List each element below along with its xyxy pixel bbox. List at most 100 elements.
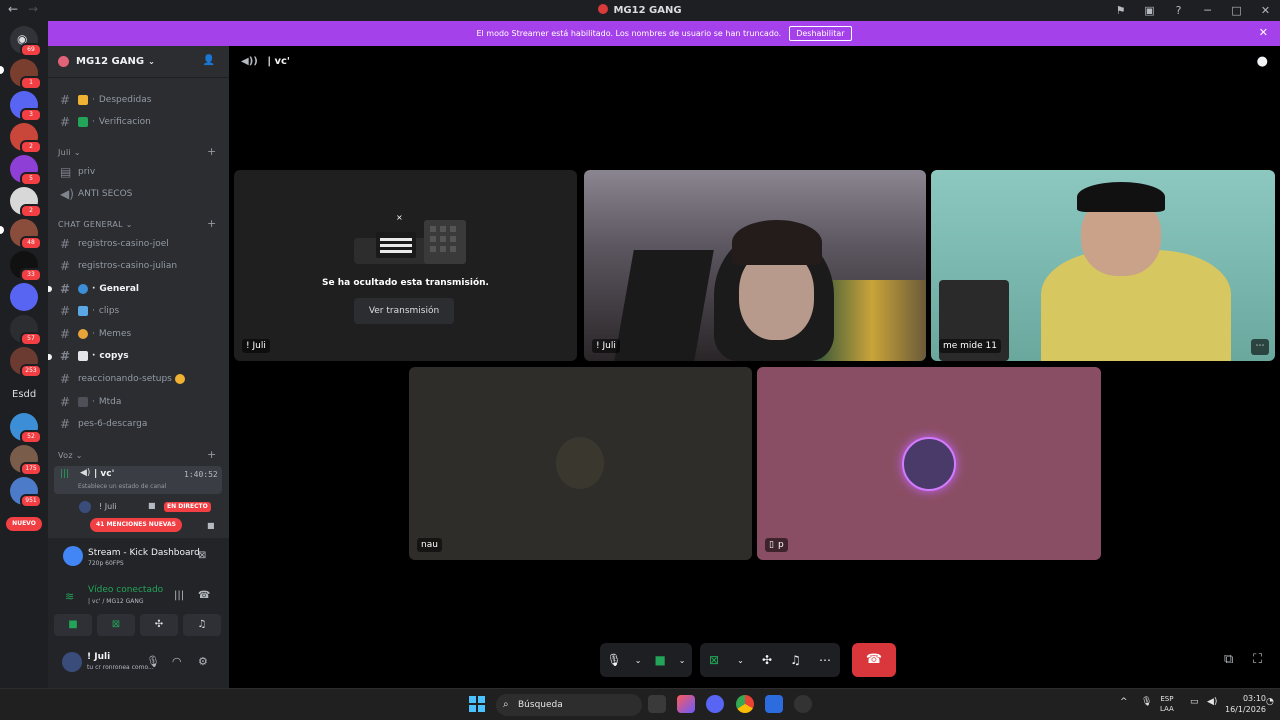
language-indicator[interactable]: ESP LAA [1160,694,1174,714]
server-icon[interactable]: 951 [10,477,42,508]
taskbar-search[interactable]: ⌕ Búsqueda [496,694,642,716]
popout-icon[interactable]: ⧉ [1224,652,1233,667]
chevron-down-icon[interactable]: ⌄ [635,656,642,665]
video-tile-avatar[interactable]: nau [409,367,752,560]
network-icon[interactable]: ▭ [1190,697,1199,707]
chat-bubble-icon[interactable]: ● [1257,54,1268,69]
screen-icon[interactable]: ▣ [1135,4,1164,17]
user-avatar[interactable] [62,652,82,672]
channel-anti-secos[interactable]: ◀) ANTI SECOS [54,184,224,204]
stop-stream-icon[interactable]: ⊠ [198,550,206,561]
server-icon[interactable]: 175 [10,445,42,476]
category-juli[interactable]: Juli ⌄ [58,148,81,157]
category-voz[interactable]: Voz ⌄ [58,451,83,460]
signal-icon[interactable]: ≋ [65,590,74,603]
more-icon[interactable]: ⋯ [819,653,831,667]
user-name[interactable]: ! Juli [87,652,110,662]
disconnect-button[interactable]: ☎ [852,643,896,677]
channel-despedidas[interactable]: # · Despedidas [54,90,224,110]
camera-button[interactable]: ■ [54,614,92,636]
new-unreads-pill[interactable]: NUEVO [6,517,42,531]
server-icon[interactable] [10,283,38,311]
category-chat-general[interactable]: CHAT GENERAL ⌄ [58,220,133,229]
help-icon[interactable]: ? [1164,4,1193,17]
headphones-icon[interactable]: ◠ [172,655,182,668]
noise-suppression-icon[interactable]: ||| [174,590,184,601]
microphone-icon[interactable]: 🎙 [146,655,160,668]
channel-memes[interactable]: # · Memes [54,324,224,344]
activities-icon[interactable]: ✣ [762,653,772,667]
discord-app-icon[interactable] [706,695,724,713]
add-channel-icon[interactable]: + [207,145,216,158]
new-mentions-pill[interactable]: 41 MENCIONES NUEVAS [90,518,182,532]
maximize-button[interactable]: □ [1222,4,1251,17]
voice-channel-timer: 1:40:52 [184,470,218,479]
add-channel-icon[interactable]: + [207,217,216,230]
video-tile-avatar[interactable]: ▯ p [757,367,1101,560]
more-options-icon[interactable]: ⋯ [1251,339,1269,355]
server-icon[interactable]: 3 [10,91,42,122]
obs-app-icon[interactable] [794,695,812,713]
app-icon[interactable] [765,695,783,713]
clock[interactable]: 03:10 16/1/2026 [1225,693,1266,715]
server-icon[interactable]: 1 [10,59,42,90]
channel-mtda[interactable]: # · Mtda [54,392,224,412]
copilot-icon[interactable] [677,695,695,713]
hash-icon: # [60,93,71,107]
minimize-button[interactable]: ─ [1193,4,1222,17]
guild-header[interactable]: MG12 GANG ⌄ 👤 [48,46,229,78]
channel-priv[interactable]: ▤ priv [54,162,224,182]
server-text-icon[interactable]: Esdd [12,389,36,400]
disable-streamer-button[interactable]: Deshabilitar [789,26,852,41]
server-icon[interactable]: 2 [10,123,42,154]
microphone-tray-icon[interactable]: 🎙 [1141,697,1152,707]
tray-chevron-icon[interactable]: ^ [1120,697,1128,707]
close-window-button[interactable]: ✕ [1251,4,1280,17]
chrome-app-icon[interactable] [736,695,754,713]
activities-button[interactable]: ✣ [140,614,178,636]
server-icon[interactable]: 5 [10,155,42,186]
windows-start-icon[interactable] [469,696,485,712]
channel-registros-casino-julian[interactable]: # registros-casino-julian [54,256,224,276]
invite-people-icon[interactable]: 👤 [203,55,215,66]
server-icon[interactable]: 33 [10,251,42,282]
server-icon[interactable]: 2 [10,187,42,218]
watch-stream-button[interactable]: Ver transmisión [354,298,454,324]
microphone-icon[interactable]: 🎙 [607,653,622,667]
channel-clips[interactable]: # · clips [54,301,224,321]
gear-icon[interactable]: ⚙ [198,655,208,668]
volume-icon[interactable]: ◀) [1207,697,1217,707]
channel-pes-6-descarga[interactable]: # pes-6-descarga [54,414,224,434]
channel-verificacion[interactable]: # · Verificacion [54,112,224,132]
voice-connected-location[interactable]: | vc' / MG12 GANG [88,598,144,605]
disconnect-icon[interactable]: ☎ [198,590,210,601]
channel-copys[interactable]: # · copys [54,346,224,366]
video-tile-camera[interactable]: me mide 11 ⋯ [931,170,1275,361]
inbox-flag-icon[interactable]: ⚑ [1106,4,1135,17]
voice-connected-status[interactable]: Vídeo conectado [88,585,163,595]
server-icon[interactable]: 48 [10,219,42,250]
channel-general[interactable]: # · General [54,279,224,299]
voice-user-name[interactable]: ! Juli [99,502,117,511]
soundboard-button[interactable]: ♫ [183,614,221,636]
camera-icon[interactable]: ■ [654,653,665,667]
notifications-icon[interactable]: ◔ [1266,697,1274,707]
channel-registros-casino-joel[interactable]: # registros-casino-joel [54,234,224,254]
screen-share-icon[interactable]: ⊠ [709,653,719,667]
add-channel-icon[interactable]: + [207,448,216,461]
video-tile-hidden-stream[interactable]: × Se ha ocultado esta transmisión. Ver t… [234,170,577,361]
soundboard-icon[interactable]: ♫ [790,653,801,667]
task-view-icon[interactable] [648,695,666,713]
channel-reaccionando-setups[interactable]: # reaccionando-setups [54,369,224,389]
chevron-down-icon[interactable]: ⌄ [679,656,686,665]
fullscreen-icon[interactable]: ⛶ [1253,652,1262,667]
server-icon[interactable]: 57 [10,315,42,346]
server-icon[interactable]: 253 [10,347,42,378]
server-icon[interactable]: 52 [10,413,42,444]
channel-status-prompt[interactable]: Establece un estado de canal [78,483,166,490]
screen-share-button[interactable]: ⊠ [97,614,135,636]
close-icon[interactable]: ✕ [1259,26,1268,39]
video-tile-camera[interactable]: ! Juli [584,170,926,361]
direct-messages-button[interactable]: ◉ 69 [10,26,42,57]
chevron-down-icon[interactable]: ⌄ [737,656,744,665]
